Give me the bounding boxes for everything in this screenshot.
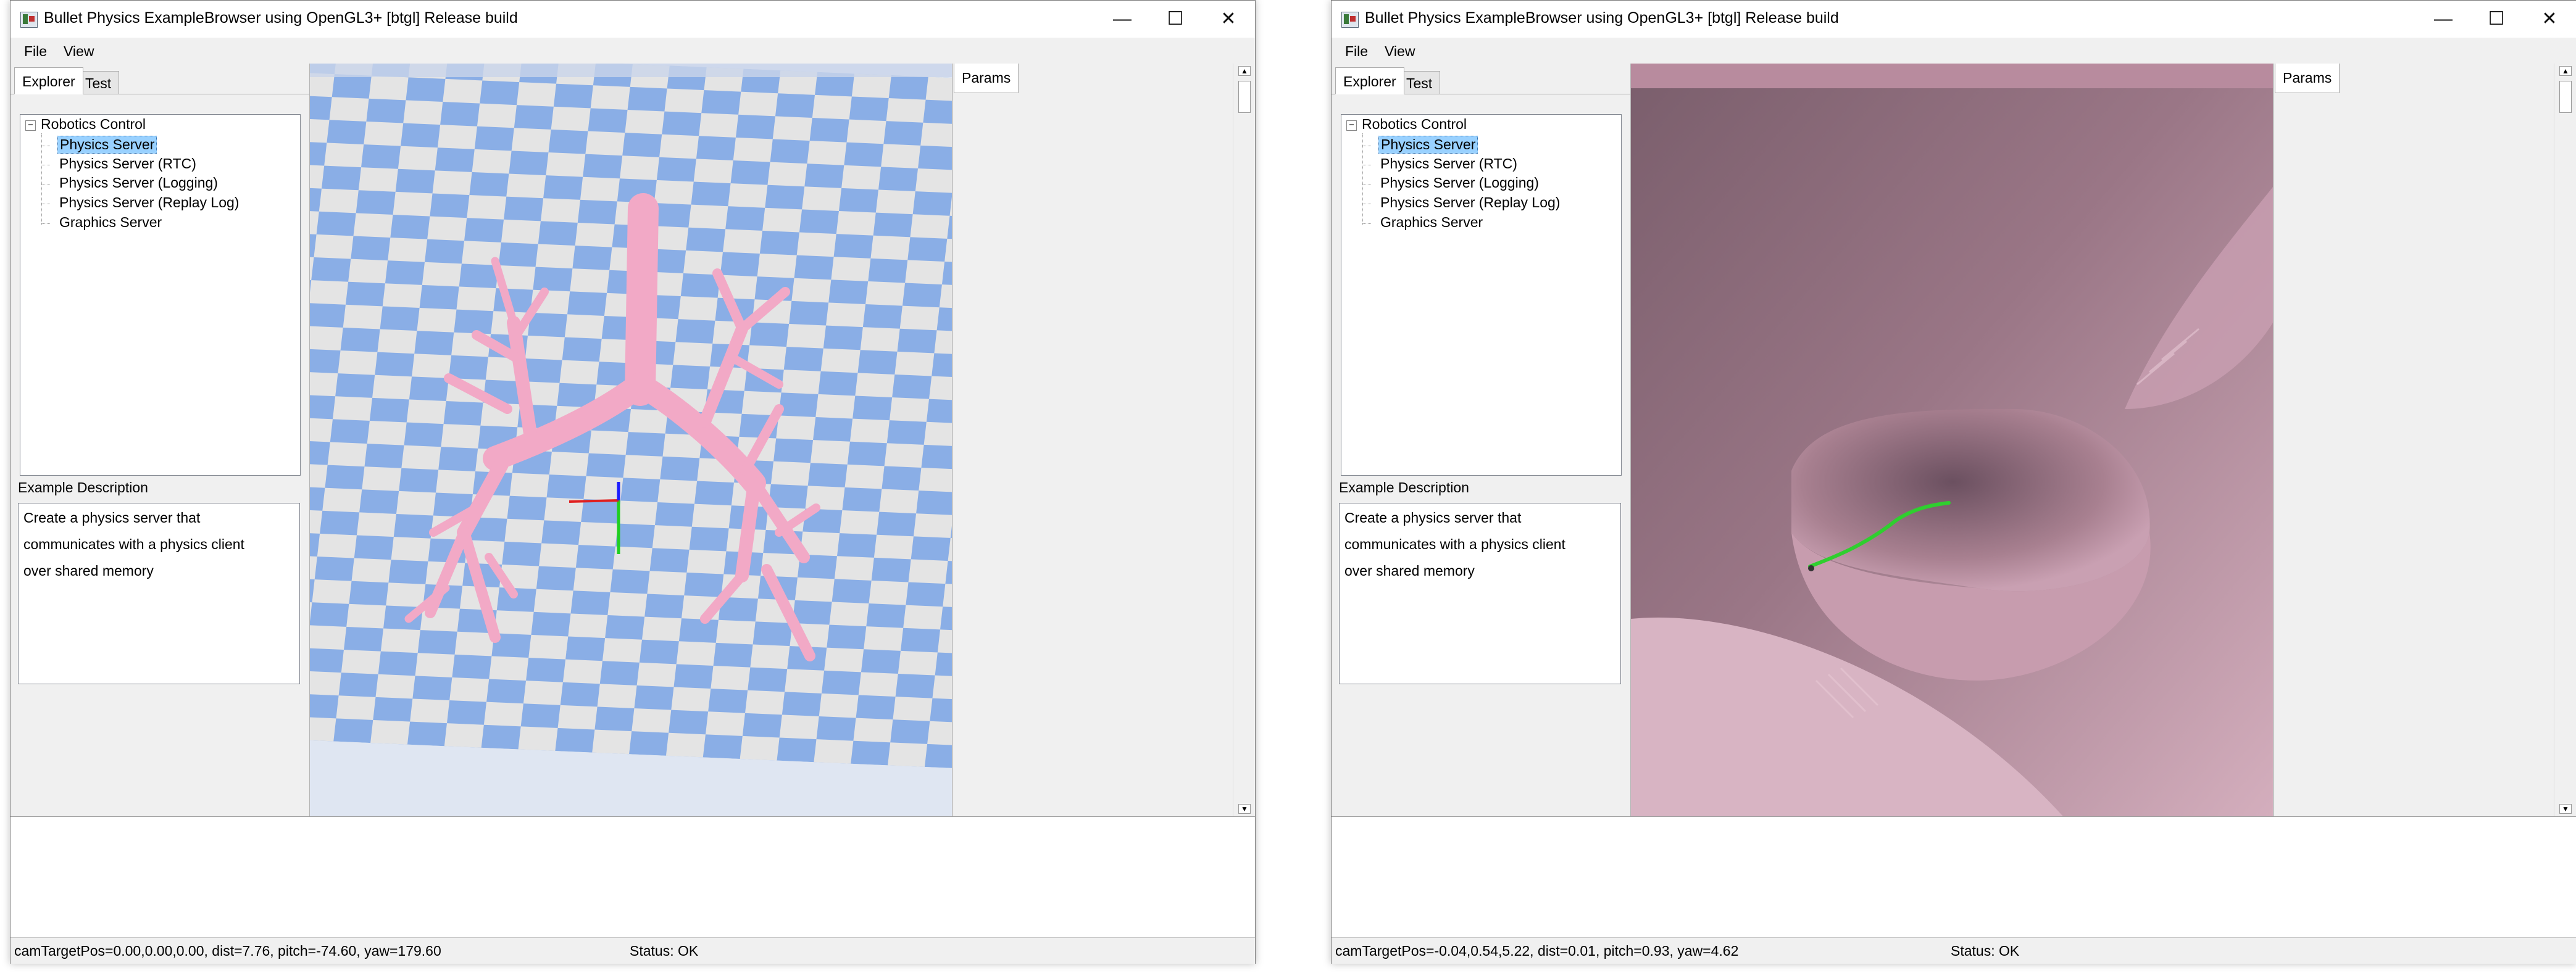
menu-bar: File View xyxy=(1332,38,2576,64)
camera-status: camTargetPos=-0.04,0.54,5.22, dist=0.01,… xyxy=(1335,943,1739,959)
menu-view[interactable]: View xyxy=(1385,43,1415,60)
vertical-scrollbar[interactable]: ▲ ▼ xyxy=(1233,64,1255,816)
tree-item-physics-server-replay-log[interactable]: Physics Server (Replay Log) xyxy=(57,194,241,211)
console-output-area[interactable] xyxy=(1332,816,2576,938)
tab-test[interactable]: Test xyxy=(77,71,120,94)
scroll-up-icon[interactable]: ▲ xyxy=(2559,66,2572,76)
tree-item-graphics-server[interactable]: Graphics Server xyxy=(1378,214,1485,231)
scroll-thumb[interactable] xyxy=(2559,81,2572,113)
minimize-icon[interactable]: — xyxy=(2417,1,2470,38)
tab-explorer[interactable]: Explorer xyxy=(14,67,83,94)
description-line: over shared memory xyxy=(23,563,154,579)
instrument-tip xyxy=(1808,565,1814,571)
tree-item-physics-server[interactable]: Physics Server xyxy=(57,136,157,154)
menu-file[interactable]: File xyxy=(24,43,47,60)
minimize-icon[interactable]: — xyxy=(1096,1,1149,38)
close-icon[interactable]: ✕ xyxy=(1202,1,1255,38)
vertical-scrollbar[interactable]: ▲ ▼ xyxy=(2554,64,2576,816)
tab-params[interactable]: Params xyxy=(954,64,1019,93)
tree-item-physics-server-rtc[interactable]: Physics Server (RTC) xyxy=(1378,155,1519,172)
checkerboard-floor xyxy=(310,64,952,777)
camera-status: camTargetPos=0.00,0.00,0.00, dist=7.76, … xyxy=(14,943,441,959)
title-bar[interactable]: Bullet Physics ExampleBrowser using Open… xyxy=(1332,1,2576,38)
tree-collapse-icon[interactable]: − xyxy=(1346,120,1357,131)
window-title: Bullet Physics ExampleBrowser using Open… xyxy=(44,9,518,27)
tab-test[interactable]: Test xyxy=(1398,71,1441,94)
scene-render xyxy=(310,64,952,816)
tree-guide-line xyxy=(1362,133,1363,225)
description-line: communicates with a physics client xyxy=(23,536,244,552)
tree-guide-line xyxy=(1362,223,1371,224)
tree-item-physics-server-logging[interactable]: Physics Server (Logging) xyxy=(57,175,220,191)
status-bar: camTargetPos=-0.04,0.54,5.22, dist=0.01,… xyxy=(1332,937,2576,964)
window-title: Bullet Physics ExampleBrowser using Open… xyxy=(1365,9,1839,27)
status-bar: camTargetPos=0.00,0.00,0.00, dist=7.76, … xyxy=(10,937,1255,964)
opengl-viewport[interactable] xyxy=(1631,64,2273,816)
example-browser-window-left: Bullet Physics ExampleBrowser using Open… xyxy=(10,0,1256,964)
tree-guide-line xyxy=(41,133,42,225)
scroll-up-icon[interactable]: ▲ xyxy=(1238,66,1251,76)
tree-root-label: Robotics Control xyxy=(1362,116,1467,132)
tree-item-physics-server-rtc[interactable]: Physics Server (RTC) xyxy=(57,155,198,172)
description-line: communicates with a physics client xyxy=(1344,536,1565,552)
app-icon xyxy=(20,12,38,28)
example-browser-window-right: Bullet Physics ExampleBrowser using Open… xyxy=(1331,0,2576,964)
tree-item-physics-server-replay-log[interactable]: Physics Server (Replay Log) xyxy=(1378,194,1562,211)
tree-guide-line xyxy=(41,223,50,224)
menu-view[interactable]: View xyxy=(64,43,94,60)
close-icon[interactable]: ✕ xyxy=(2523,1,2576,38)
explorer-panel: Explorer Test − Robotics Control Physics … xyxy=(1332,64,1631,816)
title-bar[interactable]: Bullet Physics ExampleBrowser using Open… xyxy=(10,1,1255,38)
tab-params[interactable]: Params xyxy=(2275,64,2340,93)
description-line: Create a physics server that xyxy=(1344,510,1522,526)
params-panel: Params xyxy=(952,64,1233,816)
scroll-thumb[interactable] xyxy=(1238,81,1251,113)
tree-collapse-icon[interactable]: − xyxy=(25,120,36,131)
tree-item-graphics-server[interactable]: Graphics Server xyxy=(57,214,164,231)
status-text: Status: OK xyxy=(630,943,699,959)
example-tree[interactable]: − Robotics Control Physics Server Physics… xyxy=(1341,114,1622,476)
params-panel: Params xyxy=(2273,64,2554,816)
tree-item-physics-server[interactable]: Physics Server xyxy=(1378,136,1478,154)
menu-file[interactable]: File xyxy=(1345,43,1368,60)
tree-item-physics-server-logging[interactable]: Physics Server (Logging) xyxy=(1378,175,1541,191)
tab-explorer[interactable]: Explorer xyxy=(1335,67,1404,94)
tree-root-item[interactable]: − Robotics Control xyxy=(25,116,146,133)
scroll-down-icon[interactable]: ▼ xyxy=(1238,804,1251,814)
status-text: Status: OK xyxy=(1951,943,2020,959)
tree-root-label: Robotics Control xyxy=(41,116,146,132)
scroll-down-icon[interactable]: ▼ xyxy=(2559,804,2572,814)
airway-opening xyxy=(1791,409,2150,592)
maximize-icon[interactable]: ☐ xyxy=(1149,1,1202,38)
explorer-panel: Explorer Test − Robotics Control Physics … xyxy=(10,64,310,816)
example-description-box: Create a physics server that communicate… xyxy=(1339,503,1621,684)
app-icon xyxy=(1341,12,1359,28)
opengl-viewport[interactable] xyxy=(310,64,952,816)
description-line: Create a physics server that xyxy=(23,510,201,526)
example-description-box: Create a physics server that communicate… xyxy=(18,503,300,684)
scene-render xyxy=(1631,64,2273,816)
menu-bar: File View xyxy=(10,38,1255,64)
description-line: over shared memory xyxy=(1344,563,1475,579)
maximize-icon[interactable]: ☐ xyxy=(2470,1,2523,38)
console-output-area[interactable] xyxy=(10,816,1255,938)
example-description-label: Example Description xyxy=(1339,479,1469,495)
tree-root-item[interactable]: − Robotics Control xyxy=(1346,116,1467,133)
example-tree[interactable]: − Robotics Control Physics Server Physics… xyxy=(20,114,301,476)
example-description-label: Example Description xyxy=(18,479,148,495)
